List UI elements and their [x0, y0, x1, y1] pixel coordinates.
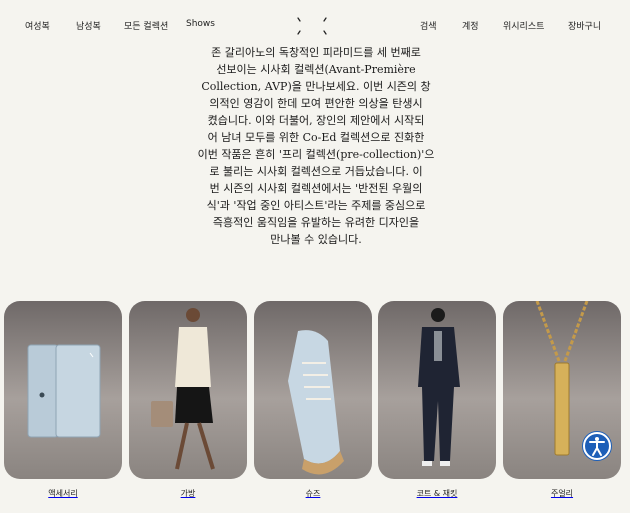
sneaker-image — [254, 301, 372, 479]
intro-line: 켰습니다. 이와 더불어, 장인의 제안에서 시작되 — [207, 114, 425, 127]
intro-line: 즉흥적인 움직임을 유발하는 유려한 디자인을 — [212, 216, 420, 229]
nav-menswear[interactable]: 남성복 — [76, 19, 101, 32]
intro-line: Collection, AVP)을 만나보세요. 이번 시즌의 창 — [201, 80, 431, 93]
coat-model-image — [378, 301, 496, 479]
category-label: 액세서리 — [48, 489, 78, 498]
intro-line: 만나볼 수 있습니다. — [270, 233, 362, 246]
category-label: 코트 & 재킷 — [416, 489, 458, 498]
nav-search[interactable]: 검색 — [420, 19, 437, 32]
intro-line: 이번 작품은 흔히 '프리 컬렉션(pre-collection)'으 — [197, 148, 435, 161]
category-card-shoes[interactable]: 슈즈 — [254, 301, 372, 499]
category-label: 슈즈 — [305, 489, 321, 498]
collection-intro-text: 존 갈리아노의 독창적인 피라미드를 세 번째로 선보이는 시사회 컬렉션(Av… — [176, 44, 456, 248]
bag-model-image — [129, 301, 247, 479]
category-card-accessories[interactable]: 액세서리 — [4, 301, 122, 499]
category-label: 주얼리 — [550, 489, 574, 498]
category-image — [378, 301, 496, 479]
intro-line: 로 불리는 시사회 컬렉션으로 거듭났습니다. 이 — [209, 165, 423, 178]
category-card-coats-jackets[interactable]: 코트 & 재킷 — [378, 301, 496, 499]
category-image — [254, 301, 372, 479]
intro-line: 어 남녀 모두를 위한 Co-Ed 컬렉션으로 진화한 — [207, 131, 425, 144]
intro-line: 식'과 '작업 중인 아티스트'라는 주제를 중심으로 — [206, 199, 426, 212]
nav-all-collections[interactable]: 모든 컬렉션 — [124, 19, 168, 32]
intro-line: 존 갈리아노의 독창적인 피라미드를 세 번째로 — [211, 46, 421, 59]
nav-shows[interactable]: Shows — [186, 19, 215, 29]
accessibility-icon — [589, 437, 605, 456]
category-carousel: 액세서리 가방 슈즈 코트 & 재킷 주얼리 — [0, 301, 630, 513]
nav-account[interactable]: 계정 — [462, 19, 479, 32]
nav-wishlist[interactable]: 위시리스트 — [503, 19, 544, 32]
category-image — [4, 301, 122, 479]
accessory-wallet-image — [4, 301, 122, 479]
logo-stitches-icon[interactable] — [296, 15, 328, 37]
category-card-jewelry[interactable]: 주얼리 — [503, 301, 621, 499]
category-card-bags[interactable]: 가방 — [129, 301, 247, 499]
category-label: 가방 — [180, 489, 196, 498]
accessibility-button[interactable] — [583, 432, 611, 460]
intro-line: 의적인 영감이 한데 모여 편안한 의상을 탄생시 — [209, 97, 423, 110]
nav-cart[interactable]: 장바구니 — [568, 19, 601, 32]
intro-line: 번 시즌의 시사회 컬렉션에서는 '반전된 우월의 — [209, 182, 423, 195]
top-navigation: 여성복 남성복 모든 컬렉션 Shows 검색 계정 위시리스트 장바구니 — [0, 0, 630, 50]
category-image — [129, 301, 247, 479]
nav-womenswear[interactable]: 여성복 — [25, 19, 50, 32]
intro-line: 선보이는 시사회 컬렉션(Avant-Première — [216, 63, 416, 76]
